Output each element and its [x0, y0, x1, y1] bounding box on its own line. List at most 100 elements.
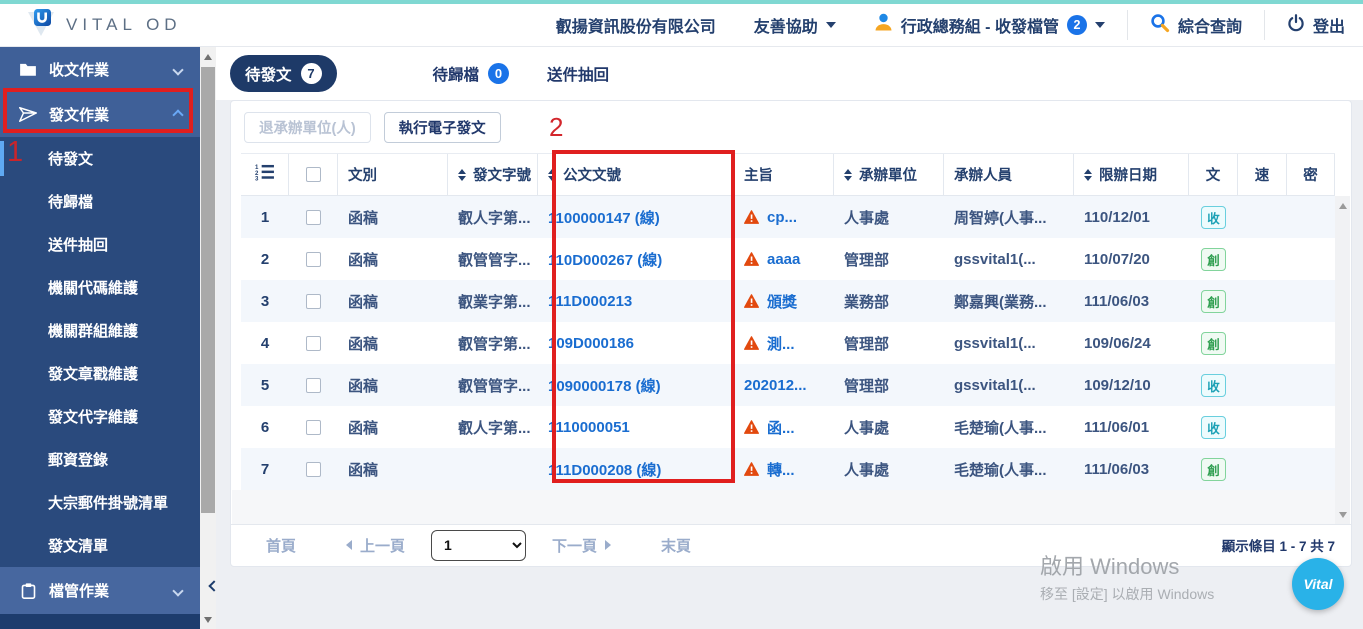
scroll-up-arrow[interactable]	[1335, 198, 1350, 213]
doc-status-badge: 收	[1201, 416, 1226, 439]
submenu-label: 機關群組維護	[48, 320, 138, 341]
help-menu[interactable]: 友善協助	[754, 13, 836, 37]
vital-assistant-button[interactable]: Vital	[1292, 558, 1344, 610]
column-label: 承辦單位	[859, 164, 917, 185]
sidebar-item-pending-dispatch[interactable]: 待發文	[0, 137, 200, 180]
sidebar-item-archive-mgmt[interactable]: 檔管作業	[0, 567, 200, 614]
table-row: 5函稿叡管管字...1090000178 (線)202012...管理部gssv…	[241, 364, 1335, 406]
header-divider	[1264, 10, 1265, 40]
next-page-button[interactable]: 下一頁	[552, 535, 611, 556]
tab-pending-archive[interactable]: 待歸檔 0	[433, 63, 510, 85]
cell-doc-badge: 收	[1189, 364, 1238, 406]
user-menu[interactable]: 行政總務組 - 收發檔管 2	[874, 13, 1105, 37]
return-unit-button[interactable]: 退承辦單位(人)	[244, 112, 371, 143]
cell-subject: aaaa	[734, 238, 834, 280]
scroll-down-arrow[interactable]	[1335, 507, 1350, 522]
cell-unit: 人事處	[834, 448, 944, 490]
sidebar-item-dispatch-list[interactable]: 發文清單	[0, 524, 200, 567]
sidebar-item-receive[interactable]: 收文作業	[0, 47, 200, 92]
cell-doc-type: 函稿	[338, 280, 448, 322]
doc-status-badge: 創	[1201, 332, 1226, 355]
cell-unit: 管理部	[834, 238, 944, 280]
doc-no-text: 叡管管字...	[458, 249, 531, 270]
row-checkbox[interactable]	[306, 336, 321, 351]
sidebar-item-pending-archive[interactable]: 待歸檔	[0, 180, 200, 223]
row-number: 1	[241, 196, 289, 238]
sidebar-scrollbar[interactable]	[200, 47, 216, 629]
column-header-deadline[interactable]: 限辦日期	[1074, 154, 1189, 195]
sidebar-item-stamp-maint[interactable]: 發文章戳維護	[0, 352, 200, 395]
official-no-link[interactable]: 109D000186	[548, 335, 634, 352]
warning-icon	[744, 336, 759, 350]
warning-icon	[744, 420, 759, 434]
scrollbar-thumb[interactable]	[201, 67, 215, 513]
logout-button[interactable]: 登出	[1287, 13, 1345, 37]
official-no-link[interactable]: 1110000051	[548, 419, 630, 436]
column-header-official_no[interactable]: 公文文號	[538, 154, 734, 195]
official-no-link[interactable]: 111D000213	[548, 293, 632, 310]
arrow-left-icon	[346, 540, 352, 550]
sidebar-item-agency-code[interactable]: 機關代碼維護	[0, 266, 200, 309]
prev-page-label: 上一頁	[360, 535, 405, 556]
row-checkbox[interactable]	[306, 378, 321, 393]
official-no-link[interactable]: 111D000208 (線)	[548, 459, 661, 480]
cell-secret	[1287, 448, 1335, 490]
subject-link[interactable]: 函...	[767, 417, 795, 438]
sidebar-item-dispatch[interactable]: 發文作業	[0, 92, 200, 137]
sidebar-item-agency-group[interactable]: 機關群組維護	[0, 309, 200, 352]
cell-deadline: 110/07/20	[1074, 238, 1189, 280]
tab-pending-dispatch[interactable]: 待發文 7	[230, 55, 337, 92]
app-logo[interactable]: VITAL OD	[26, 9, 182, 42]
tab-bar: 待發文 7 待歸檔 0 送件抽回	[216, 47, 1363, 100]
toolbar: 退承辦單位(人) 執行電子發文	[231, 101, 1351, 153]
subject-link[interactable]: 轉...	[767, 459, 795, 480]
scroll-up-arrow[interactable]	[200, 49, 216, 64]
official-no-link[interactable]: 110D000267 (線)	[548, 249, 662, 270]
row-checkbox[interactable]	[306, 210, 321, 225]
sidebar-item-code-word-maint[interactable]: 發文代字維護	[0, 395, 200, 438]
table-scrollbar[interactable]	[1335, 196, 1350, 524]
deadline-text: 111/06/03	[1084, 293, 1149, 310]
column-header-unit[interactable]: 承辦單位	[834, 154, 944, 195]
cell-doc-badge: 創	[1189, 322, 1238, 364]
sort-icon	[458, 169, 466, 181]
page-select[interactable]: 1	[431, 530, 526, 561]
cell-secret	[1287, 196, 1335, 238]
column-header-check	[289, 154, 338, 195]
global-search-button[interactable]: 綜合查詢	[1150, 13, 1242, 38]
official-no-link[interactable]: 1090000178 (線)	[548, 375, 661, 396]
column-header-doc_no[interactable]: 發文字號	[448, 154, 538, 195]
row-checkbox[interactable]	[306, 420, 321, 435]
row-checkbox[interactable]	[306, 252, 321, 267]
sidebar-item-recall[interactable]: 送件抽回	[0, 223, 200, 266]
sort-icon	[1084, 169, 1092, 181]
deadline-text: 109/12/10	[1084, 377, 1151, 394]
table-row: 2函稿叡管管字...110D000267 (線)aaaa管理部gssvital1…	[241, 238, 1335, 280]
subject-link[interactable]: 頒獎	[767, 291, 797, 312]
scroll-down-arrow[interactable]	[200, 612, 216, 627]
subject-link[interactable]: cp...	[767, 209, 797, 226]
sidebar-item-postage[interactable]: 郵資登錄	[0, 438, 200, 481]
tab-recall[interactable]: 送件抽回	[547, 63, 609, 85]
sidebar-item-bulk-mail-list[interactable]: 大宗郵件掛號清單	[0, 481, 200, 524]
subject-link[interactable]: 202012...	[744, 377, 807, 394]
select-all-checkbox[interactable]	[306, 167, 321, 182]
doc-no-text: 叡管字第...	[458, 333, 531, 354]
execute-dispatch-button[interactable]: 執行電子發文	[384, 112, 501, 143]
global-search-label: 綜合查詢	[1178, 13, 1242, 37]
subject-link[interactable]: aaaa	[767, 251, 800, 268]
chevron-down-icon	[826, 22, 836, 28]
prev-page-button[interactable]: 上一頁	[346, 535, 405, 556]
last-page-button[interactable]: 末頁	[661, 535, 691, 556]
subject-link[interactable]: 測...	[767, 333, 795, 354]
doc-type-text: 函稿	[348, 417, 378, 438]
doc-type-text: 函稿	[348, 333, 378, 354]
app-window: VITAL OD 叡揚資訊股份有限公司 友善協助 行政總務組 - 收發檔管 2	[0, 0, 1363, 629]
main-content: 待發文 7 待歸檔 0 送件抽回 退承辦單位(人) 執行電子發文 123文別發文…	[216, 47, 1363, 629]
submenu-label: 待歸檔	[48, 191, 93, 212]
official-no-link[interactable]: 1100000147 (線)	[548, 207, 660, 228]
row-checkbox[interactable]	[306, 294, 321, 309]
row-checkbox[interactable]	[306, 462, 321, 477]
cell-subject: 202012...	[734, 364, 834, 406]
first-page-button[interactable]: 首頁	[266, 535, 296, 556]
